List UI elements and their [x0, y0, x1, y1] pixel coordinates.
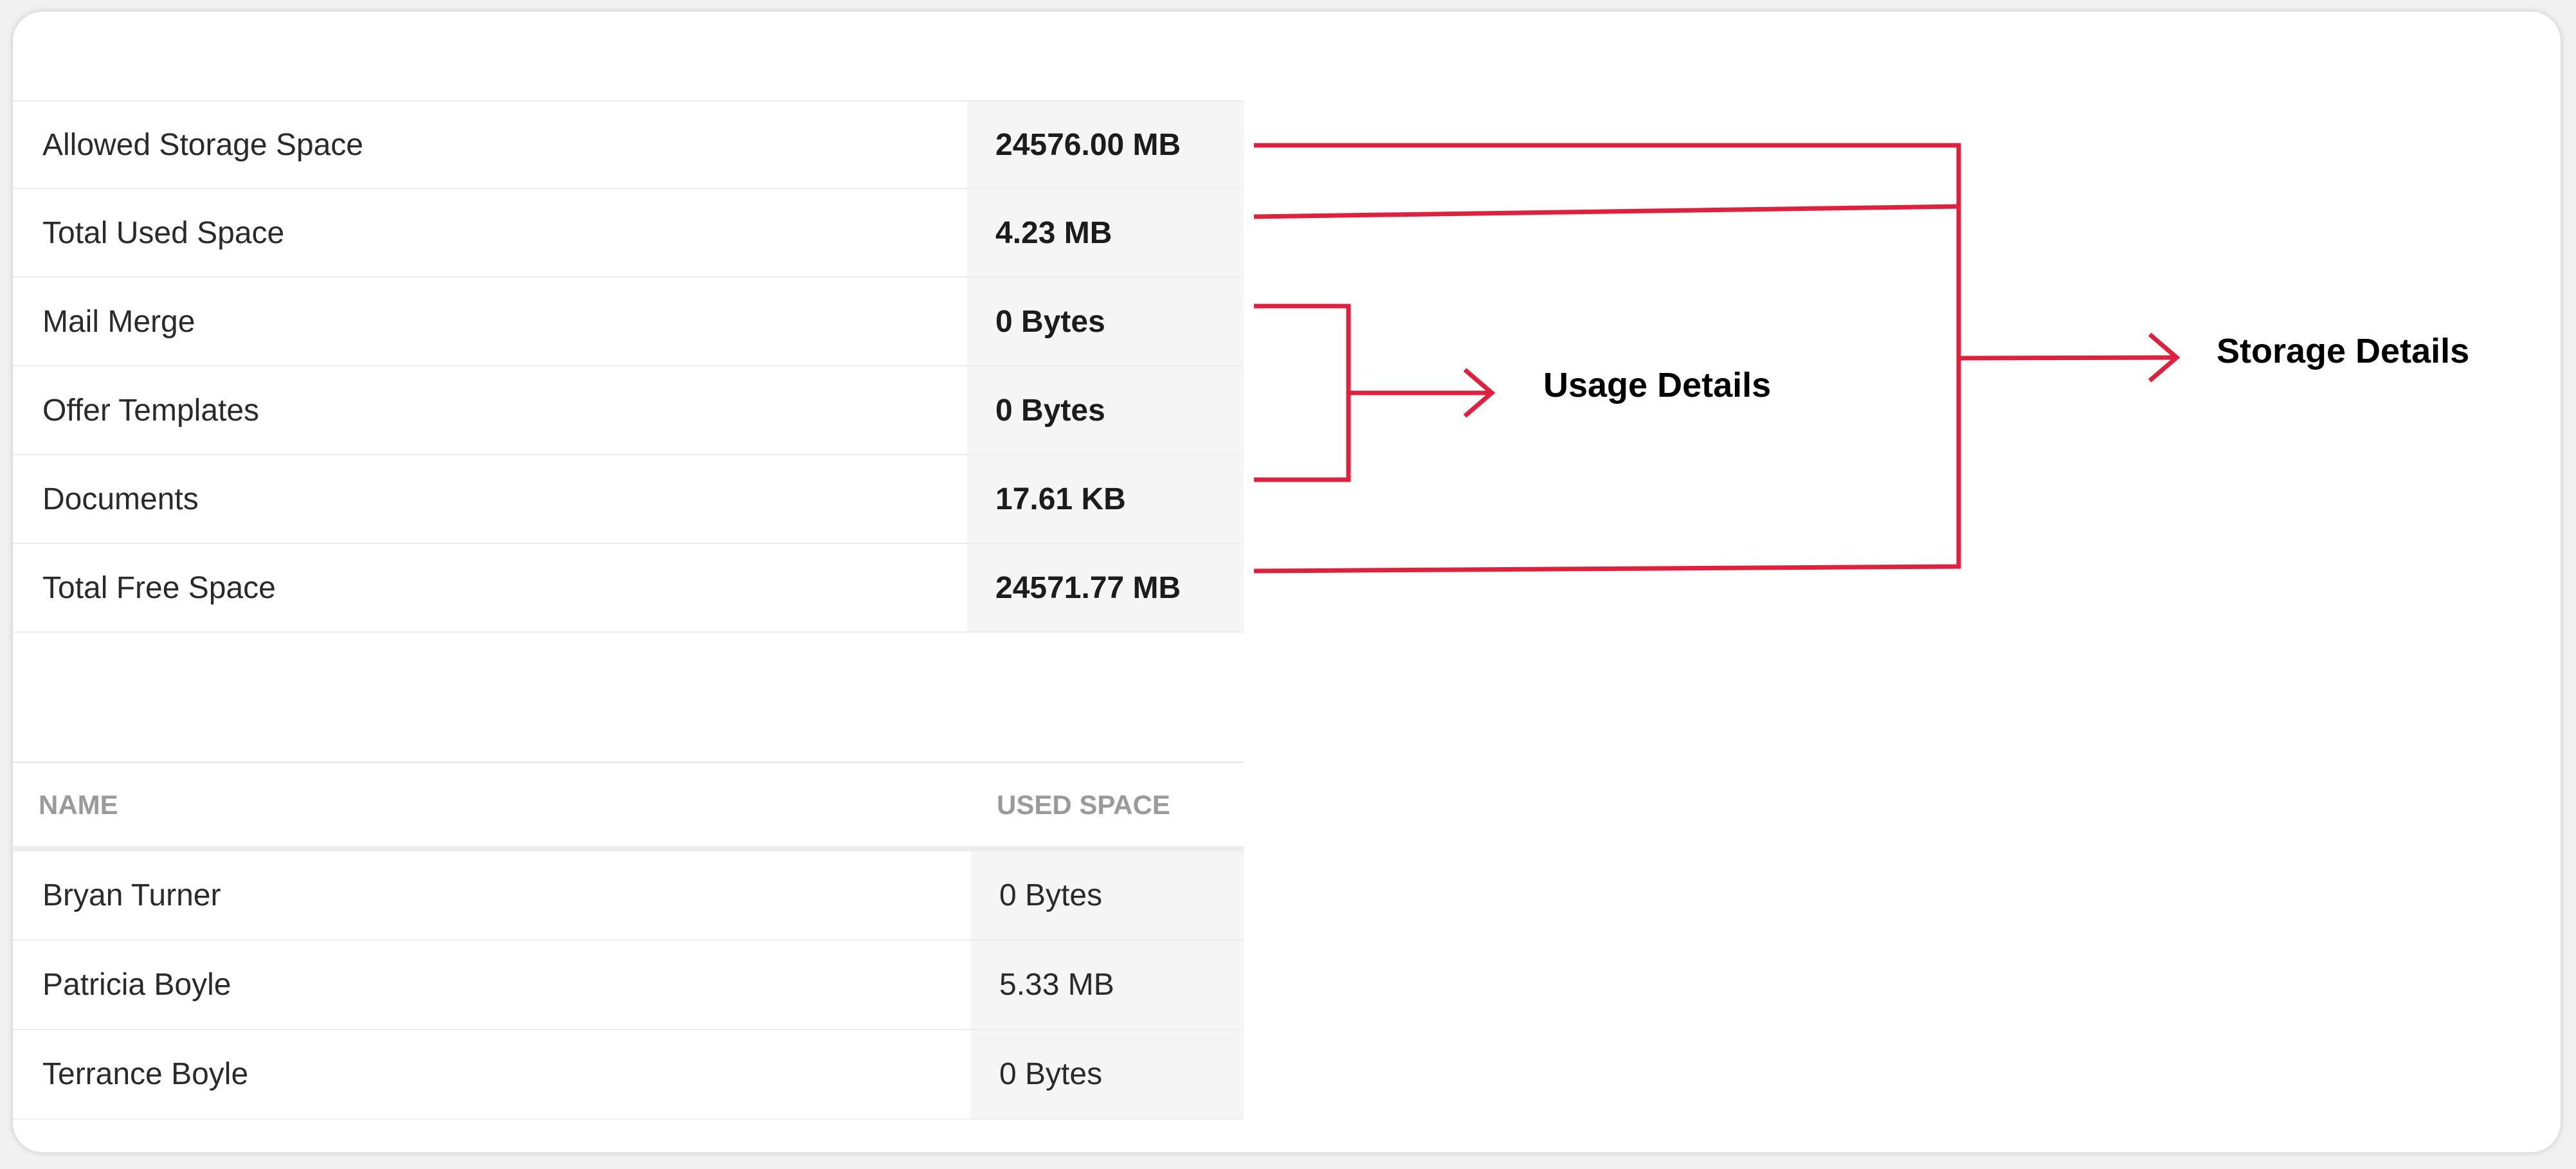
- storage-details-label: Storage Details: [2217, 332, 2470, 370]
- storage-card: Allowed Storage Space 24576.00 MB Total …: [13, 12, 2561, 1152]
- storage-used-connector: [1253, 204, 1959, 219]
- usage-details-label: Usage Details: [1543, 366, 1772, 404]
- usage-bracket: [1254, 304, 1351, 482]
- annotation-connectors: [1253, 143, 2181, 574]
